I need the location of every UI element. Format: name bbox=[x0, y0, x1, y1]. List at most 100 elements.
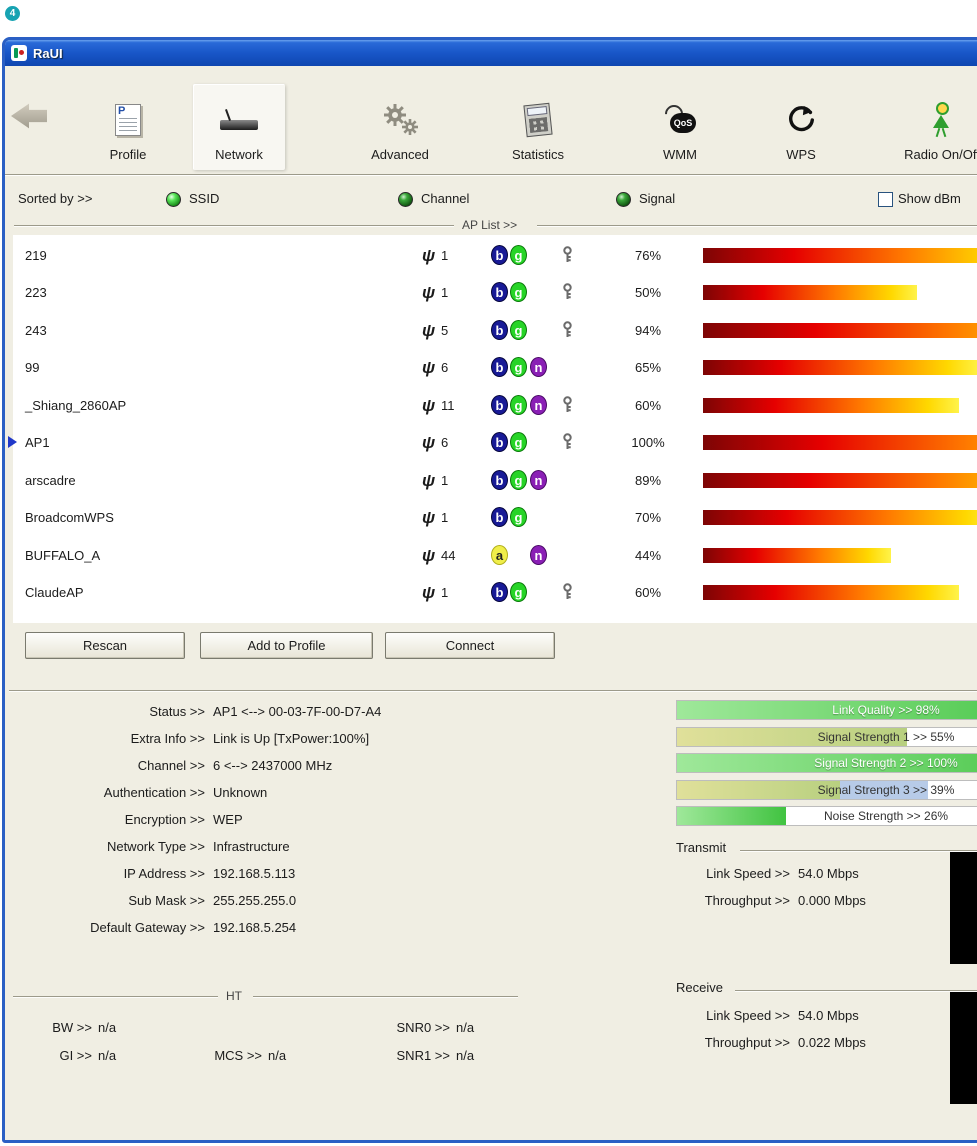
radio-antenna-icon bbox=[930, 97, 954, 143]
mode-g-badge: g bbox=[510, 357, 527, 377]
ht-line-right bbox=[253, 996, 518, 997]
back-arrow-button[interactable] bbox=[11, 103, 47, 129]
mode-g-badge: g bbox=[510, 282, 527, 302]
status-label: Status >> bbox=[149, 704, 205, 719]
link-quality-label: Link Quality >> 98% bbox=[832, 703, 940, 717]
signal-bar bbox=[703, 585, 977, 600]
tab-network-label: Network bbox=[215, 147, 263, 162]
qos-icon: QoS bbox=[663, 97, 697, 143]
signal-percent: 65% bbox=[634, 360, 662, 375]
channel-icon bbox=[422, 387, 435, 424]
mode-g-badge: g bbox=[510, 582, 527, 602]
ap-ssid: arscadre bbox=[25, 473, 76, 488]
encryption-label: Encryption >> bbox=[124, 812, 205, 827]
signal-sort-led[interactable] bbox=[616, 192, 631, 207]
tab-statistics[interactable]: Statistics bbox=[492, 84, 584, 170]
signal-bar bbox=[703, 510, 977, 525]
ip-address-label: IP Address >> bbox=[123, 866, 205, 881]
mode-g-badge: g bbox=[510, 470, 527, 490]
show-dbm-checkbox[interactable] bbox=[878, 192, 893, 207]
key-icon bbox=[562, 433, 573, 453]
extra-info-value: Link is Up [TxPower:100%] bbox=[213, 731, 370, 746]
network-type-label: Network Type >> bbox=[106, 839, 205, 854]
gears-icon bbox=[381, 97, 419, 143]
ssid-sort-label[interactable]: SSID bbox=[189, 186, 219, 212]
mode-n-badge: n bbox=[530, 545, 547, 565]
ssid-sort-led[interactable] bbox=[166, 192, 181, 207]
connect-button[interactable]: Connect bbox=[385, 632, 555, 659]
tab-radio-label: Radio On/Off bbox=[904, 147, 977, 162]
key-icon bbox=[562, 583, 573, 603]
ap-ssid: 219 bbox=[25, 248, 47, 263]
channel-icon bbox=[422, 462, 435, 499]
ap-ssid: 99 bbox=[25, 360, 40, 375]
channel-icon bbox=[422, 237, 435, 274]
signal-strength-2-bar: Signal Strength 2 >> 100% bbox=[676, 753, 977, 773]
channel-label: Channel >> bbox=[137, 758, 205, 773]
ap-row[interactable]: 243 5 b g 94% bbox=[13, 312, 977, 349]
tab-radio-on-off[interactable]: Radio On/Off bbox=[882, 84, 977, 170]
ap-row[interactable]: 99 6 b g n 65% bbox=[13, 349, 977, 386]
sort-bar: Sorted by >> SSID Channel Signal Show dB… bbox=[5, 186, 977, 212]
signal-percent: 100% bbox=[631, 435, 665, 450]
ap-channel: 1 bbox=[441, 285, 449, 300]
transmit-rate-panel bbox=[950, 852, 977, 964]
ap-ssid: 243 bbox=[25, 323, 47, 338]
tab-profile[interactable]: P Profile bbox=[86, 84, 170, 170]
tab-wps[interactable]: WPS bbox=[755, 84, 847, 170]
network-icon bbox=[219, 97, 259, 143]
ap-row[interactable]: ClaudeAP 1 b g 60% bbox=[13, 574, 977, 611]
titlebar[interactable]: RaUI bbox=[5, 40, 977, 66]
ap-row[interactable]: _Shiang_2860AP 11 b g n 60% bbox=[13, 387, 977, 424]
ap-row[interactable]: 223 1 b g 50% bbox=[13, 274, 977, 311]
extra-info-label: Extra Info >> bbox=[130, 731, 205, 746]
raui-window: RaUI P Profile Network Advanced Statisti… bbox=[2, 37, 977, 1143]
ap-ssid: ClaudeAP bbox=[25, 585, 84, 600]
mode-b-badge: b bbox=[491, 245, 508, 265]
mode-a-badge: a bbox=[491, 545, 508, 565]
default-gateway-value: 192.168.5.254 bbox=[213, 920, 297, 935]
signal-strength-1-bar: Signal Strength 1 >> 55% bbox=[676, 727, 977, 747]
channel-icon bbox=[422, 312, 435, 349]
receive-rate-panel bbox=[950, 992, 977, 1104]
key-icon bbox=[562, 321, 573, 341]
noise-strength-label: Noise Strength >> 26% bbox=[823, 809, 949, 823]
ap-row[interactable]: arscadre 1 b g n 89% bbox=[13, 462, 977, 499]
mode-n-badge: n bbox=[530, 395, 547, 415]
channel-value: 6 <--> 2437000 MHz bbox=[213, 758, 333, 773]
signal-sort-label[interactable]: Signal bbox=[639, 186, 675, 212]
tab-wmm[interactable]: QoS WMM bbox=[634, 84, 726, 170]
sub-mask-label: Sub Mask >> bbox=[128, 893, 205, 908]
ap-row[interactable]: BUFFALO_A 44 a n 44% bbox=[13, 537, 977, 574]
ap-channel: 1 bbox=[441, 248, 449, 263]
noise-strength-bar: Noise Strength >> 26% bbox=[676, 806, 977, 826]
mode-b-badge: b bbox=[491, 507, 508, 527]
authentication-value: Unknown bbox=[213, 785, 268, 800]
ap-list: 219 1 b g 76% 223 1 b g 50% 243 5 b g bbox=[8, 235, 977, 623]
ap-row[interactable]: BroadcomWPS 1 b g 70% bbox=[13, 499, 977, 536]
channel-sort-label[interactable]: Channel bbox=[421, 186, 469, 212]
signal-percent: 60% bbox=[634, 398, 662, 413]
ht-group-title: HT bbox=[226, 989, 242, 1003]
ap-list-group-title: AP List >> bbox=[462, 218, 518, 232]
channel-sort-led[interactable] bbox=[398, 192, 413, 207]
mode-g-badge: g bbox=[510, 395, 527, 415]
mode-b-badge: b bbox=[491, 395, 508, 415]
mode-n-badge: n bbox=[530, 470, 547, 490]
ap-ssid: BroadcomWPS bbox=[25, 510, 114, 525]
tab-network[interactable]: Network bbox=[193, 84, 285, 170]
rescan-button[interactable]: Rescan bbox=[25, 632, 185, 659]
signal-bar bbox=[703, 435, 977, 450]
toolbar-divider bbox=[5, 174, 977, 175]
mode-g-badge: g bbox=[510, 432, 527, 452]
channel-icon bbox=[422, 349, 435, 386]
tab-advanced[interactable]: Advanced bbox=[354, 84, 446, 170]
sorted-by-label: Sorted by >> bbox=[18, 191, 93, 206]
signal-percent: 94% bbox=[634, 323, 662, 338]
ap-row-selected[interactable]: AP1 6 b g 100% bbox=[8, 424, 977, 461]
add-to-profile-button[interactable]: Add to Profile bbox=[200, 632, 373, 659]
tab-statistics-label: Statistics bbox=[511, 147, 564, 162]
ap-row[interactable]: 219 1 b g 76% bbox=[13, 237, 977, 274]
transmit-line bbox=[740, 850, 977, 851]
rx-throughput: Throughput >> 0.022 Mbps bbox=[704, 1035, 866, 1050]
